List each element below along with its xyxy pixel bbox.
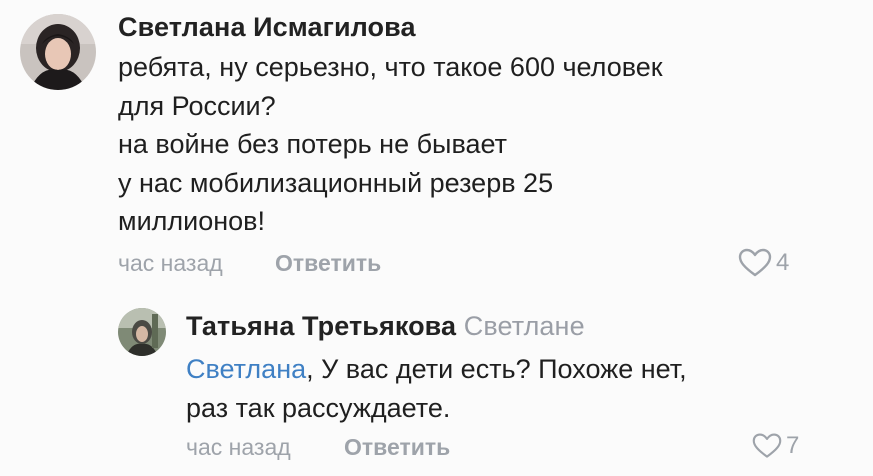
comment-author[interactable]: Светлана Исмагилова	[118, 12, 416, 43]
user-avatar-icon	[118, 308, 166, 356]
reply-line: Светлана, У вас дети есть? Похоже нет,	[186, 350, 687, 389]
comment-line: миллионов!	[118, 206, 266, 236]
like-count: 7	[786, 432, 800, 459]
reply-to-label[interactable]: Светлане	[464, 311, 585, 341]
heart-outline-icon	[752, 433, 782, 458]
avatar[interactable]	[118, 308, 166, 356]
comment-line: для России?	[118, 90, 276, 121]
comment-line: ребята, ну серьезно, что такое 600 челов…	[118, 52, 663, 82]
like-button[interactable]: 4	[738, 248, 789, 278]
reply-text: Светлана, У вас дети есть? Похоже нет, р…	[186, 350, 687, 427]
reply-author[interactable]: Татьяна Третьякова Светлане	[186, 311, 585, 342]
comment-timestamp: час назад	[118, 250, 223, 276]
reply-button[interactable]: Ответить	[275, 250, 381, 277]
comment-text: ребята, ну серьезно, что такое 600 челов…	[118, 48, 663, 241]
reply-line: раз так рассуждаете.	[186, 392, 451, 423]
comments-thread: Светлана Исмагилова ребята, ну серьезно,…	[0, 0, 873, 476]
like-button[interactable]: 7	[752, 432, 799, 460]
avatar[interactable]	[20, 14, 96, 90]
mention-link[interactable]: Светлана	[186, 354, 306, 384]
reply-line-text: , У вас дети есть? Похоже нет,	[306, 354, 687, 384]
reply-button[interactable]: Ответить	[344, 434, 450, 461]
reply-author-name[interactable]: Татьяна Третьякова	[186, 311, 456, 341]
comment-line: у нас мобилизационный резерв 25	[118, 167, 554, 198]
like-count: 4	[776, 249, 790, 276]
comment-line: на войне без потерь не бывает	[118, 129, 508, 159]
user-avatar-icon	[20, 14, 96, 90]
heart-outline-icon	[738, 248, 772, 277]
reply-timestamp: час назад	[186, 434, 291, 460]
